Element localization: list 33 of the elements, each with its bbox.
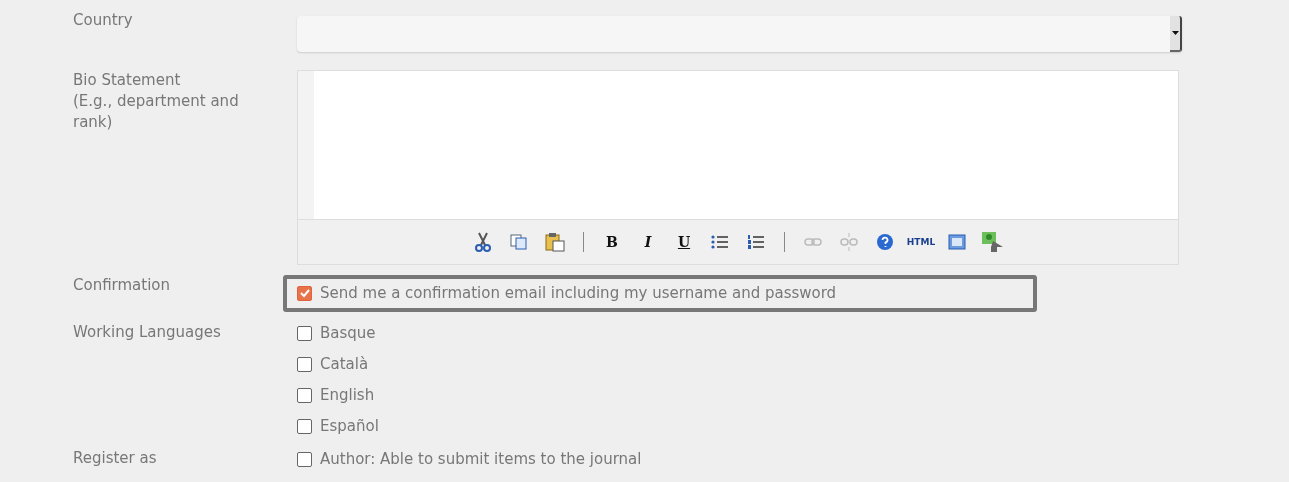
- checkbox[interactable]: [297, 286, 312, 301]
- image-icon: [981, 231, 1005, 253]
- scissors-icon: [475, 232, 491, 252]
- checkbox-option[interactable]: Català: [297, 353, 1183, 376]
- field-label: Country: [73, 10, 134, 31]
- bullet-list-icon: [711, 234, 729, 250]
- field-label: Register as: [73, 448, 158, 469]
- copy-icon: [510, 234, 528, 250]
- checkbox-option[interactable]: Send me a confirmation email including my username and password: [297, 282, 1023, 305]
- checkbox-option[interactable]: Author: Able to submit items to the journal: [297, 448, 1183, 471]
- format-button[interactable]: HTML: [903, 230, 939, 254]
- checkbox-option[interactable]: English: [297, 384, 1183, 407]
- help-icon: [876, 233, 894, 251]
- dropdown-arrow-icon: [1171, 31, 1179, 35]
- format-button[interactable]: B: [594, 230, 630, 254]
- checkbox-option[interactable]: Español: [297, 415, 1183, 438]
- numbered-list-icon: [747, 234, 765, 250]
- field-hint: (E.g., department and rank): [73, 91, 240, 133]
- checkbox[interactable]: [297, 326, 312, 341]
- field-label: Working Languages: [73, 322, 222, 343]
- checkbox[interactable]: [297, 357, 312, 372]
- checkbox-option[interactable]: Basque: [297, 322, 1183, 345]
- field-label: Confirmation: [73, 275, 172, 296]
- checkbox[interactable]: [297, 452, 312, 467]
- checkbox[interactable]: [297, 419, 312, 434]
- clipboard-icon: [545, 232, 565, 252]
- field-label: Bio Statement: [73, 70, 182, 91]
- window-icon: [948, 234, 966, 250]
- format-button[interactable]: I: [630, 230, 666, 254]
- checkbox[interactable]: [297, 388, 312, 403]
- format-button[interactable]: U: [666, 230, 702, 254]
- link-icon: [804, 237, 822, 247]
- broken-link-icon: [840, 233, 858, 251]
